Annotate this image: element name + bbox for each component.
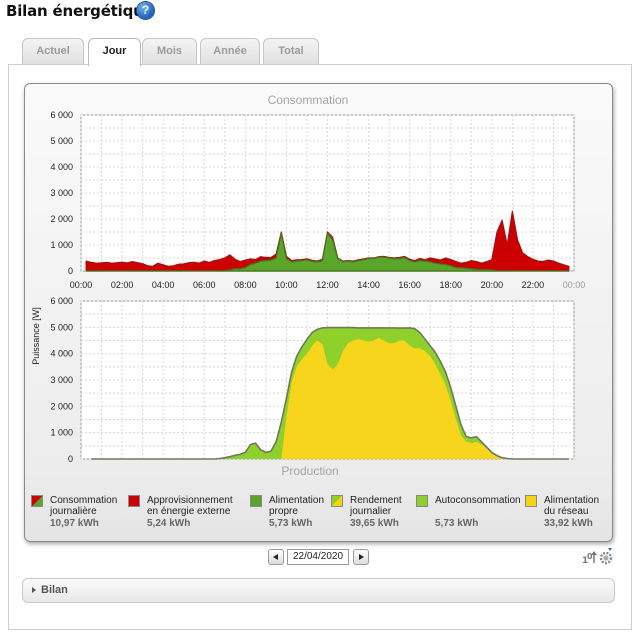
page-title: Bilan énergétique [6, 2, 154, 20]
legend-swatch [525, 495, 537, 507]
production-chart-title: Production [281, 464, 338, 478]
chart-tools: 1 0 [582, 548, 613, 566]
production-y-tick-label: 4 000 [50, 349, 73, 359]
consumption-y-tick-label: 1 000 [50, 240, 73, 250]
legend-swatch [250, 495, 262, 507]
legend-label: Approvisionnement [147, 495, 233, 506]
x-tick-label: 08:00 [234, 280, 257, 290]
x-tick-label: 22:00 [522, 280, 545, 290]
x-tick-label: 04:00 [152, 280, 175, 290]
next-day-button[interactable] [353, 549, 369, 565]
x-tick-label: 12:00 [316, 280, 339, 290]
x-tick-label: 16:00 [398, 280, 421, 290]
settings-gear-icon[interactable] [599, 548, 613, 565]
x-tick-label: 14:00 [357, 280, 380, 290]
legend-label: Alimentation [269, 495, 325, 506]
tab-annee[interactable]: Année [200, 38, 260, 64]
tab-actuel[interactable]: Actuel [22, 38, 84, 64]
y-axis-label: Puissance [W] [31, 307, 41, 365]
legend-value: 5,24 kWh [147, 518, 191, 529]
consumption-plot: 0 1 000 2 000 3 000 4 000 5 000 6 000 00:00 02:0… [50, 110, 585, 290]
consumption-chart-title: Consommation [268, 93, 349, 107]
consumption-y-tick-label: 5 000 [50, 136, 73, 146]
tab-jour[interactable]: Jour [88, 38, 141, 66]
consumption-y-tick-label: 2 000 [50, 214, 73, 224]
consumption-y-tick-label: 6 000 [50, 110, 73, 120]
date-field[interactable]: 22/04/2020 [287, 549, 349, 565]
help-icon[interactable]: ? [137, 2, 154, 19]
consumption-y-tick-label: 0 [68, 266, 73, 276]
chevron-right-icon [359, 554, 364, 560]
x-tick-label: 00:00 [563, 280, 586, 290]
x-tick-label: 00:00 [70, 280, 93, 290]
legend-swatch [331, 495, 343, 507]
production-y-tick-label: 1 000 [50, 428, 73, 438]
production-y-tick-label: 0 [68, 454, 73, 464]
legend-swatch [31, 495, 43, 507]
legend-label: Alimentation [544, 495, 600, 506]
production-y-tick-label: 3 000 [50, 375, 73, 385]
legend-label: Rendement [350, 495, 402, 506]
legend-swatch [128, 495, 140, 507]
x-tick-label: 20:00 [481, 280, 504, 290]
x-tick-label: 18:00 [439, 280, 462, 290]
consumption-y-tick-label: 4 000 [50, 162, 73, 172]
bilan-section[interactable]: Bilan [22, 578, 615, 603]
bilan-label: Bilan [41, 584, 68, 596]
sort-numeric-icon[interactable]: 1 0 [582, 551, 597, 566]
legend-value: 5,73 kWh [435, 518, 479, 529]
legend-label-2: du réseau [544, 506, 589, 517]
consumption-y-tick-label: 3 000 [50, 188, 73, 198]
energy-chart: Consommation Production Puissance [W] 0 1… [31, 93, 585, 478]
legend-value: 5,73 kWh [269, 518, 313, 529]
x-tick-label: 02:00 [111, 280, 134, 290]
tab-mois[interactable]: Mois [142, 38, 197, 64]
chevron-left-icon [273, 554, 278, 560]
svg-text:0: 0 [587, 552, 593, 561]
legend-label-2: journalière [50, 506, 97, 517]
legend-value: 39,65 kWh [350, 518, 399, 529]
legend-label-2: propre [269, 506, 298, 517]
legend-value: 33,92 kWh [544, 518, 593, 529]
legend-label-2: journalier [350, 506, 392, 517]
x-tick-label: 10:00 [275, 280, 298, 290]
legend-swatch [416, 495, 428, 507]
production-y-tick-label: 6 000 [50, 296, 73, 306]
legend-label-2: en énergie externe [147, 506, 231, 517]
legend-value: 10,97 kWh [50, 518, 99, 529]
legend-label: Autoconsommation [435, 495, 521, 506]
production-plot: 0 1 000 2 000 3 000 4 000 5 000 6 000 [50, 296, 575, 464]
production-y-tick-label: 2 000 [50, 401, 73, 411]
tab-total[interactable]: Total [263, 38, 319, 64]
x-tick-label: 06:00 [193, 280, 216, 290]
expand-arrow-icon [32, 587, 36, 593]
legend-label: Consommation [50, 495, 118, 506]
legend: Consommation journalière 10,97 kWh Approv… [31, 492, 601, 532]
previous-day-button[interactable] [268, 549, 284, 565]
production-y-tick-label: 5 000 [50, 322, 73, 332]
